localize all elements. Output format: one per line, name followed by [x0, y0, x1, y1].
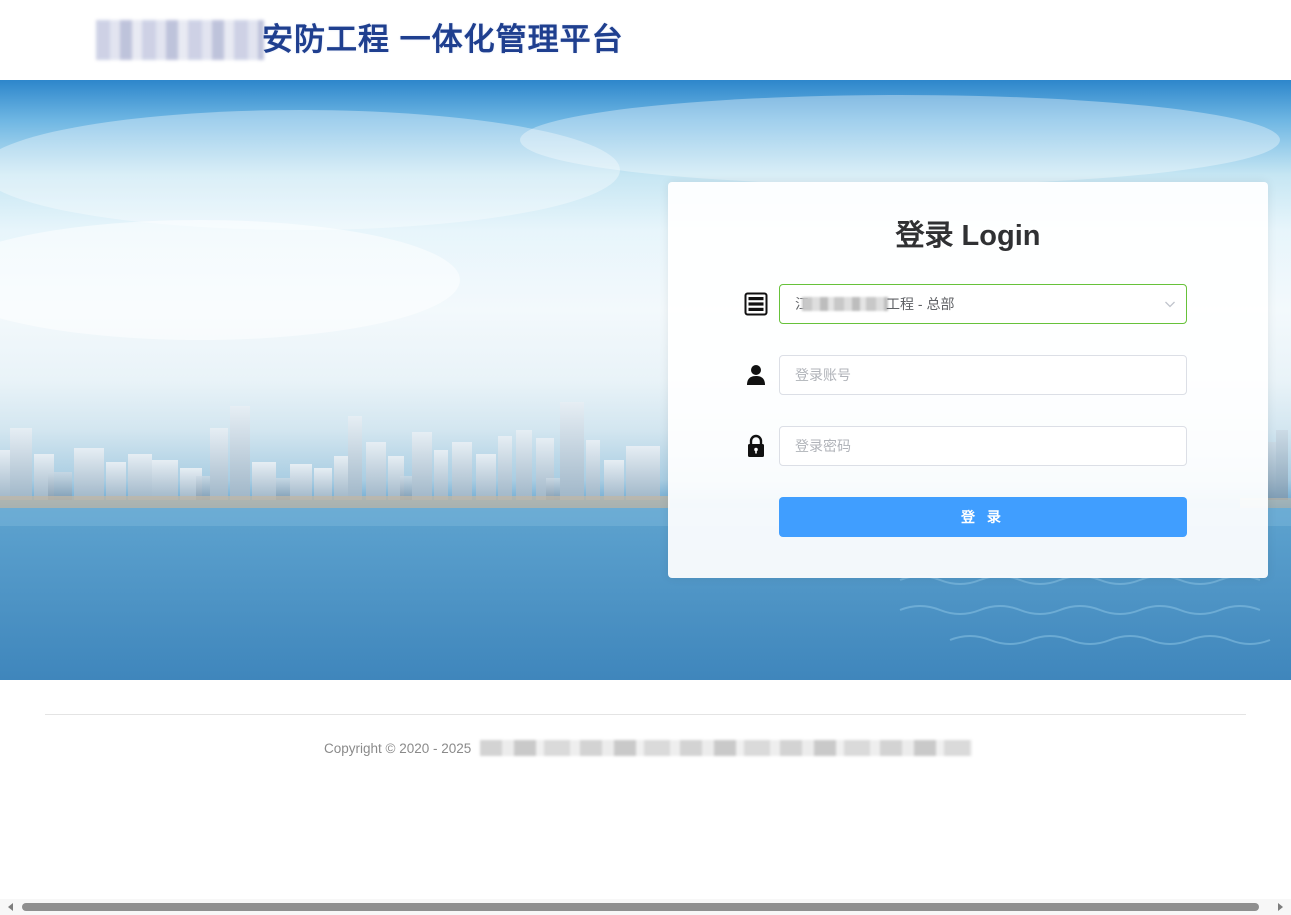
footer-divider — [45, 714, 1246, 715]
redacted-company-logo — [96, 20, 264, 60]
scrollbar-thumb[interactable] — [22, 903, 1259, 911]
login-title: 登录 Login — [895, 220, 1041, 252]
login-button[interactable]: 登 录 — [779, 497, 1187, 537]
company-select-value: 工程 - 总部 — [886, 296, 955, 312]
horizontal-scrollbar[interactable] — [0, 899, 1291, 915]
user-icon — [747, 365, 765, 385]
login-page: 安防工程 一体化管理平台 登录 Login 工程 - 总部 登录账号 登 录 C… — [0, 0, 1291, 915]
scroll-right-arrow-icon[interactable] — [1278, 903, 1283, 911]
password-input[interactable] — [795, 428, 1186, 464]
username-input[interactable] — [795, 357, 1186, 393]
company-row: 江 工程 - 总部 — [744, 284, 1188, 324]
username-field[interactable] — [779, 355, 1187, 395]
redacted-company-name — [802, 297, 888, 311]
company-select[interactable]: 江 工程 - 总部 — [779, 284, 1187, 324]
copyright-text: Copyright © 2020 - 2025 — [324, 741, 472, 756]
chevron-down-icon[interactable] — [1164, 298, 1176, 310]
scroll-left-arrow-icon[interactable] — [8, 903, 13, 911]
password-field[interactable] — [779, 426, 1187, 466]
site-header: 安防工程 一体化管理平台 — [0, 0, 1291, 80]
login-card: 登录 Login 江 工程 - 总部 — [668, 182, 1268, 578]
redacted-copyright-owner — [480, 740, 972, 756]
username-row — [744, 355, 1188, 395]
server-stack-icon — [744, 292, 768, 316]
password-row — [744, 426, 1188, 466]
lock-icon — [748, 434, 764, 457]
platform-title: 安防工程 一体化管理平台 — [262, 22, 624, 57]
